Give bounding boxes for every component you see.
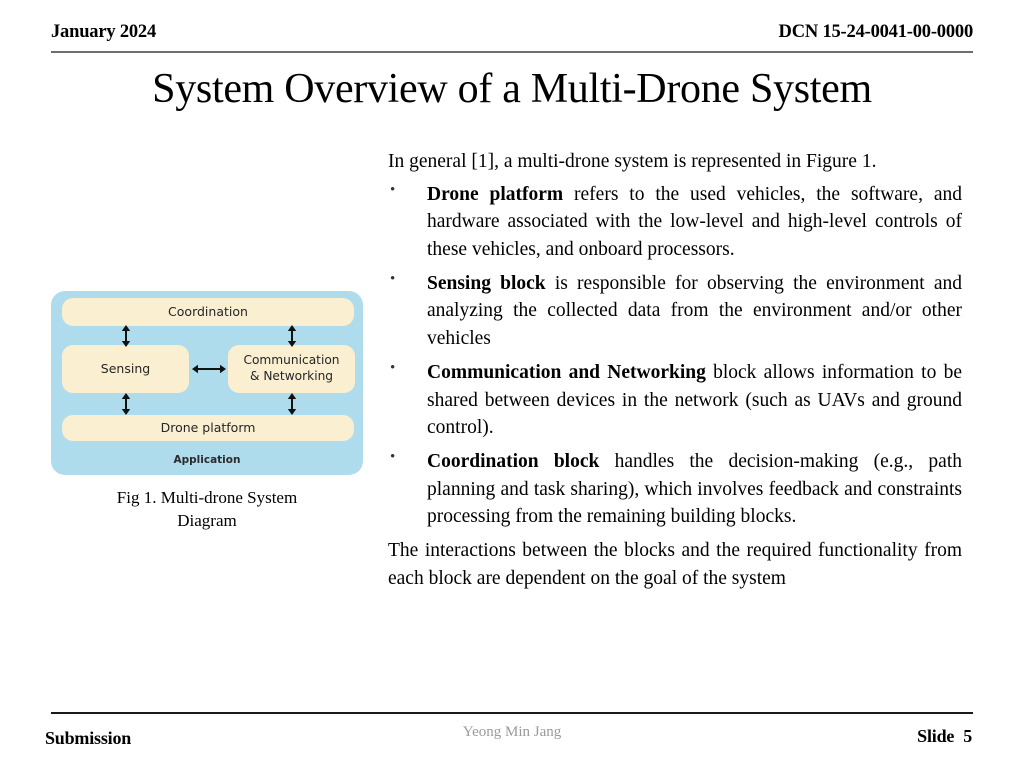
figure-caption-line2: Diagram <box>177 510 237 530</box>
slide-header: January 2024 DCN 15-24-0041-00-0000 <box>51 22 973 54</box>
diagram-application-label: Application <box>173 454 241 466</box>
diagram-block-communication: Communication & Networking <box>228 345 355 393</box>
footer-slide-number: Slide 5 <box>917 726 972 747</box>
list-item: Sensing block is responsible for observi… <box>388 269 962 353</box>
list-item: Coordination block handles the decision-… <box>388 447 962 531</box>
footer-author: Yeong Min Jang <box>462 724 562 740</box>
arrow-sensing-communication-icon <box>192 364 226 374</box>
multi-drone-system-diagram: Coordination Sensing Communication & Net… <box>51 291 363 475</box>
diagram-block-coordination: Coordination <box>62 298 354 326</box>
list-item: Drone platform refers to the used vehicl… <box>388 180 962 264</box>
diagram-block-communication-label-line1: Communication <box>243 353 340 368</box>
bullet-term: Drone platform <box>427 183 564 205</box>
bullet-term: Sensing block <box>427 272 546 294</box>
intro-paragraph: In general [1], a multi-drone system is … <box>388 151 877 172</box>
footer-divider <box>51 712 973 714</box>
figure-caption: Fig 1. Multi-drone System Diagram <box>51 487 363 533</box>
diagram-block-coordination-label: Coordination <box>168 304 248 319</box>
header-date: January 2024 <box>51 22 157 42</box>
header-divider <box>51 51 973 53</box>
bullet-term: Communication and Networking <box>427 361 706 383</box>
page-title: System Overview of a Multi-Drone System <box>152 66 872 112</box>
diagram-block-sensing: Sensing <box>62 345 189 393</box>
header-document-number: DCN 15-24-0041-00-0000 <box>778 22 974 42</box>
footer-slide-value: 5 <box>963 726 972 746</box>
footer-slide-label: Slide <box>917 726 955 746</box>
bullet-list: Drone platform refers to the used vehicl… <box>388 180 962 531</box>
bullet-term: Coordination block <box>427 450 600 472</box>
diagram-block-drone-platform: Drone platform <box>62 415 354 441</box>
diagram-block-sensing-label: Sensing <box>100 361 151 376</box>
figure-container: Coordination Sensing Communication & Net… <box>51 291 363 533</box>
list-item: Communication and Networking block allow… <box>388 358 962 442</box>
arrow-coordination-communication-icon <box>287 325 297 347</box>
arrow-sensing-drone-platform-icon <box>121 393 131 415</box>
closing-paragraph: The interactions between the blocks and … <box>388 539 962 589</box>
arrow-coordination-sensing-icon <box>121 325 131 347</box>
body-content: In general [1], a multi-drone system is … <box>388 148 962 597</box>
diagram-block-communication-label-line2: & Networking <box>249 369 334 383</box>
figure-caption-line1: Fig 1. Multi-drone System <box>116 488 298 507</box>
arrow-communication-drone-platform-icon <box>287 393 297 415</box>
diagram-block-drone-platform-label: Drone platform <box>160 420 256 435</box>
